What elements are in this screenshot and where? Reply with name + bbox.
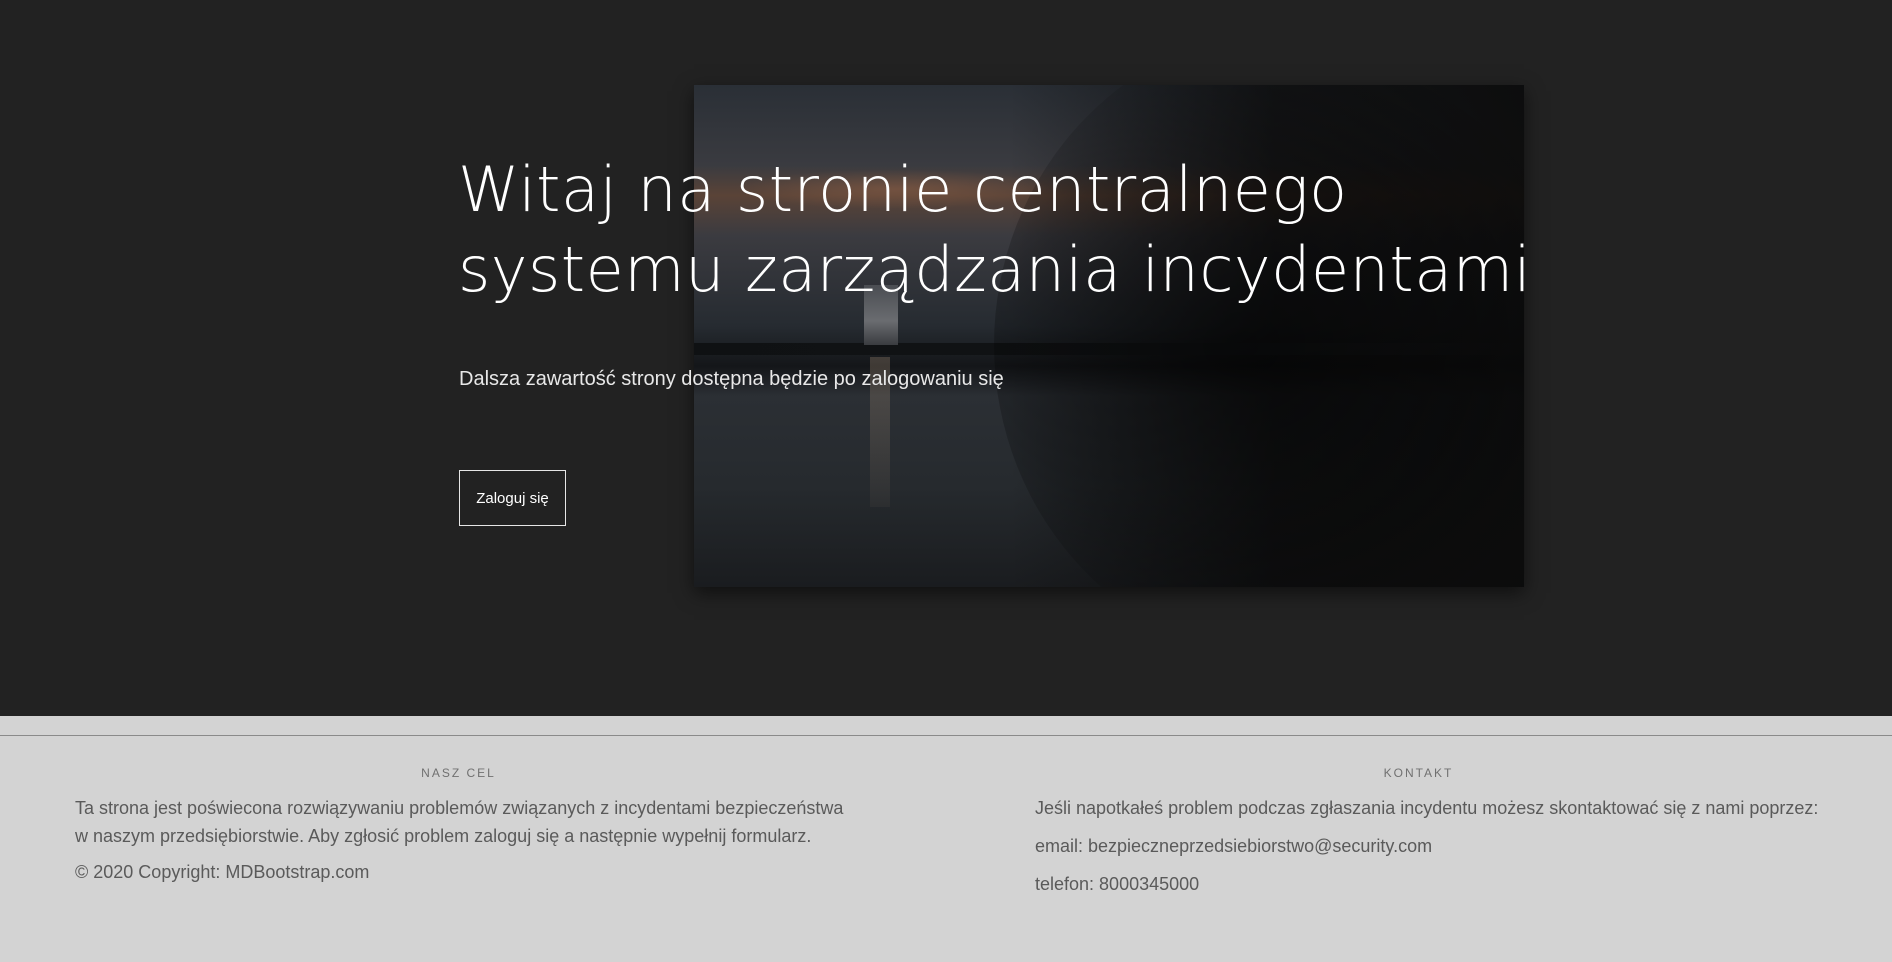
hero-section: Witaj na stronie centralnego systemu zar… [0, 0, 1892, 716]
contact-phone: telefon: 8000345000 [1035, 874, 1200, 894]
page-title-line-2: systemu zarządzania incydentami [458, 233, 1532, 306]
contact-heading: KONTAKT [1383, 766, 1454, 780]
contact-email: email: bezpieczneprzedsiebiorstwo@securi… [1035, 836, 1433, 856]
page-title-line-1: Witaj na stronie centralnego [458, 153, 1348, 226]
footer: NASZ CEL Ta strona jest poświecona rozwi… [0, 716, 1892, 962]
contact-intro: Jeśli napotkałeś problem podczas zgłasza… [1035, 798, 1819, 818]
page-title: Witaj na stronie centralnego systemu zar… [458, 150, 1558, 310]
copyright-text: © 2020 Copyright: MDBootstrap.com [75, 862, 370, 882]
login-button[interactable]: Zaloguj się [459, 470, 566, 526]
footer-divider [0, 735, 1892, 736]
hero-subtitle: Dalsza zawartość strony dostępna będzie … [459, 368, 1004, 390]
about-heading: NASZ CEL [421, 766, 496, 780]
about-text: Ta strona jest poświecona rozwiązywaniu … [75, 798, 844, 846]
